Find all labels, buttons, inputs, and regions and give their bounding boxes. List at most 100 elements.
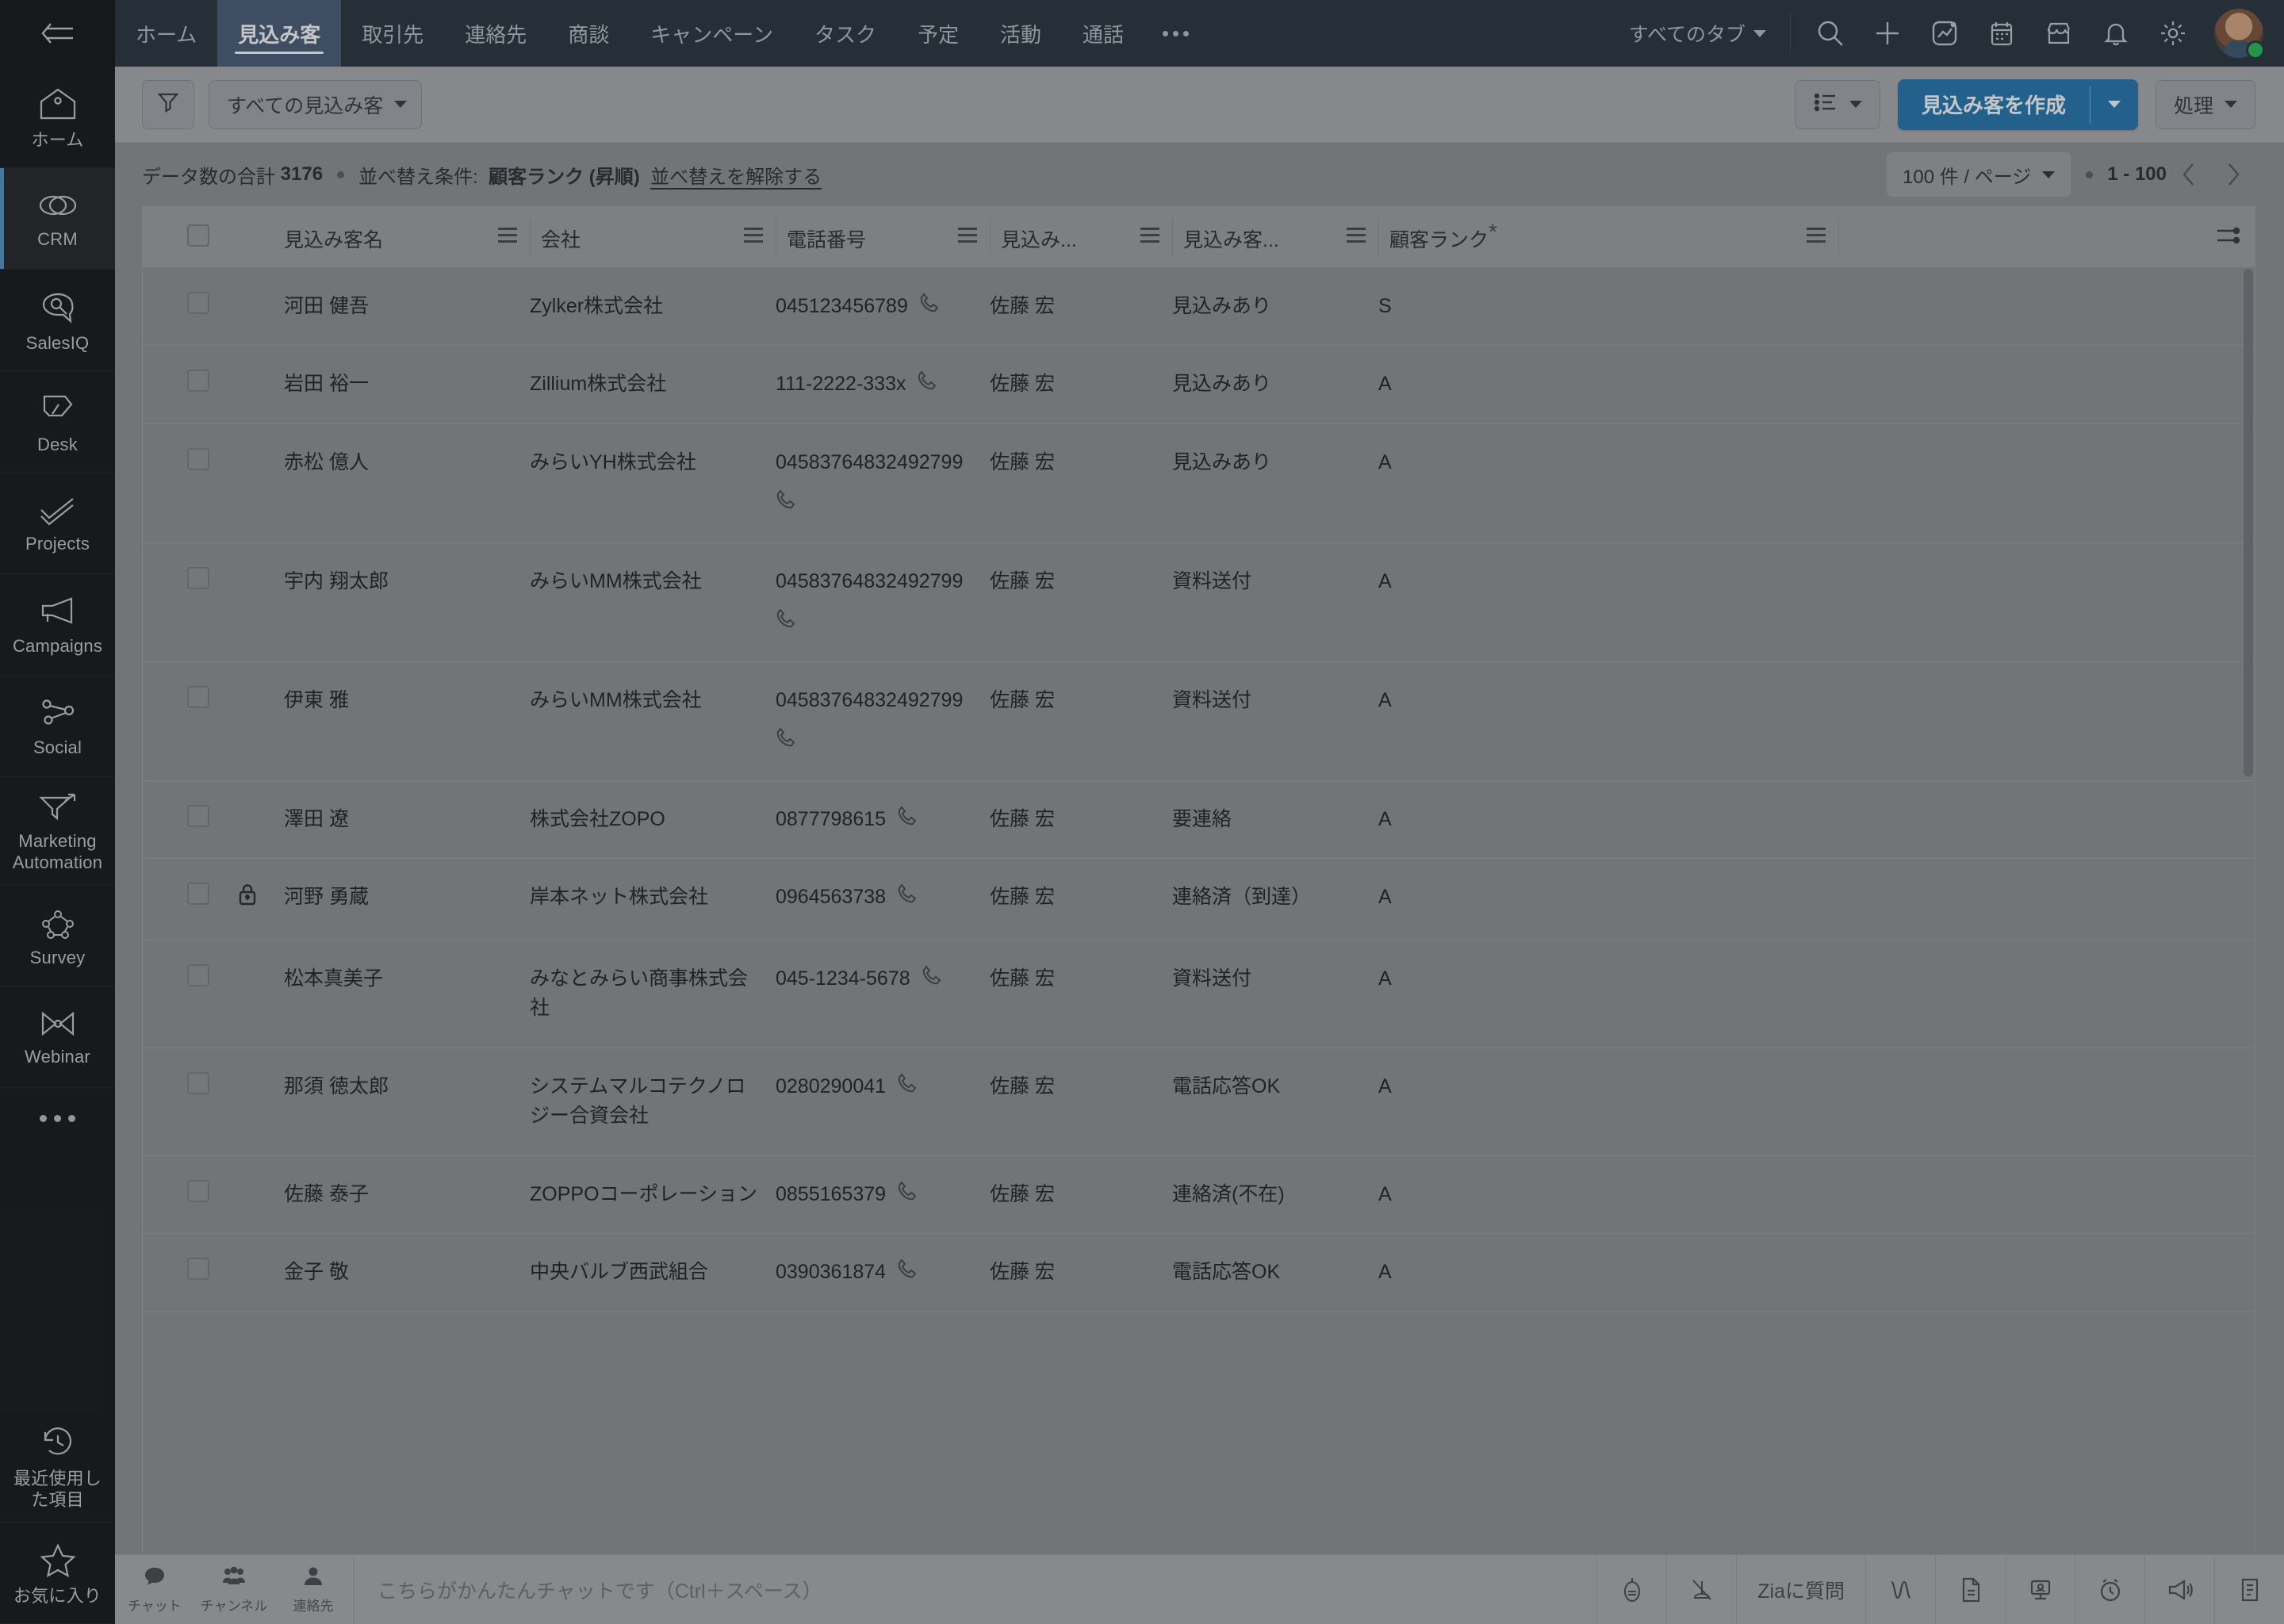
row-checkbox[interactable]	[187, 804, 209, 827]
column-header-company[interactable]: 会社	[530, 207, 776, 268]
chat-tab-chat[interactable]: チャット	[115, 1555, 194, 1624]
column-header-rank[interactable]: 顧客ランク*	[1378, 207, 1838, 268]
sidebar-item-marketing-automation[interactable]: Marketing Automation	[0, 777, 115, 885]
prev-page-button[interactable]	[2167, 152, 2211, 197]
row-checkbox[interactable]	[187, 1071, 209, 1094]
column-header-name[interactable]: 見込み客名	[284, 207, 530, 268]
column-menu-icon[interactable]	[1347, 224, 1366, 243]
table-row[interactable]: 岩田 裕一 Zillium株式会社 111-2222-333x 佐藤 宏 見込み…	[143, 345, 2255, 424]
row-select-cell[interactable]	[143, 542, 236, 662]
sidebar-item-social[interactable]: Social	[0, 676, 115, 777]
row-select-cell[interactable]	[143, 1233, 236, 1312]
row-select-cell[interactable]	[143, 1155, 236, 1234]
sidebar-item-campaigns[interactable]: Campaigns	[0, 574, 115, 676]
table-row[interactable]: 金子 敬 中央バルブ西武組合 0390361874 佐藤 宏 電話応答OK A	[143, 1233, 2255, 1312]
view-mode-button[interactable]	[1794, 79, 1880, 129]
tab-tasks[interactable]: タスク	[794, 0, 897, 67]
tab-deals[interactable]: 商談	[547, 0, 630, 67]
table-scrollbar[interactable]	[2244, 269, 2253, 1548]
create-lead-dropdown-button[interactable]	[2090, 79, 2138, 130]
next-page-button[interactable]	[2211, 152, 2255, 197]
table-row[interactable]: 赤松 億人 みらいYH株式会社 04583764832492799 佐藤 宏 見…	[143, 423, 2255, 543]
table-row[interactable]: 佐藤 泰子 ZOPPOコーポレーション 0855165379 佐藤 宏 連絡済(…	[143, 1155, 2255, 1234]
per-page-selector[interactable]: 100 件 / ページ	[1886, 151, 2072, 197]
reminder-clock-icon[interactable]	[2075, 1555, 2144, 1624]
row-select-cell[interactable]	[143, 423, 236, 543]
row-checkbox[interactable]	[187, 566, 209, 589]
row-select-cell[interactable]	[143, 780, 236, 859]
clear-sort-link[interactable]: 並べ替えを解除する	[650, 161, 822, 189]
table-row[interactable]: 松本真美子 みなとみらい商事株式会社 045-1234-5678 佐藤 宏 資料…	[143, 940, 2255, 1048]
cell-name[interactable]: 那須 徳太郎	[284, 1048, 530, 1156]
table-row[interactable]: 河田 健吾 Zylker株式会社 045123456789 佐藤 宏 見込みあり…	[143, 267, 2255, 346]
row-checkbox[interactable]	[187, 1258, 209, 1280]
gear-icon[interactable]	[2144, 5, 2202, 62]
all-tabs-dropdown[interactable]: すべてのタブ	[1605, 13, 1791, 54]
phone-call-icon[interactable]	[776, 488, 796, 519]
tab-campaigns[interactable]: キャンペーン	[630, 0, 794, 67]
document-icon[interactable]	[1935, 1555, 2005, 1624]
column-header-phone[interactable]: 電話番号	[776, 207, 990, 268]
actions-menu-button[interactable]: 処理	[2155, 79, 2255, 129]
select-all-checkbox[interactable]	[187, 224, 209, 247]
row-select-cell[interactable]	[143, 1048, 236, 1156]
calendar-icon[interactable]	[1973, 5, 2030, 62]
sidebar-item-salesiq[interactable]: SalesIQ	[0, 270, 115, 371]
cell-name[interactable]: 岩田 裕一	[284, 345, 530, 424]
table-row[interactable]: 伊東 雅 みらいMM株式会社 04583764832492799 佐藤 宏 資料…	[143, 661, 2255, 781]
sidebar-item-projects[interactable]: Projects	[0, 473, 115, 574]
column-header-owner[interactable]: 見込み...	[990, 207, 1172, 268]
cell-name[interactable]: 澤田 遼	[284, 780, 530, 859]
cell-name[interactable]: 松本真美子	[284, 940, 530, 1048]
cell-name[interactable]: 伊東 雅	[284, 661, 530, 781]
sidebar-item-home[interactable]: ホーム	[0, 67, 115, 168]
sidebar-item-crm[interactable]: CRM	[0, 168, 115, 270]
table-row[interactable]: 河野 勇蔵 岸本ネット株式会社 0964563738 佐藤 宏 連絡済（到達） …	[143, 858, 2255, 940]
create-lead-button[interactable]: 見込み客を作成	[1898, 79, 2090, 130]
sidebar-item-desk[interactable]: Desk	[0, 371, 115, 473]
phone-call-icon[interactable]	[897, 1072, 918, 1102]
column-menu-icon[interactable]	[1140, 224, 1159, 243]
cell-name[interactable]: 佐藤 泰子	[284, 1155, 530, 1234]
tab-leads[interactable]: 見込み客	[217, 0, 342, 67]
tab-activities[interactable]: 活動	[979, 0, 1062, 67]
presentation-icon[interactable]	[2005, 1555, 2075, 1624]
marketplace-icon[interactable]	[2030, 5, 2087, 62]
zia-ask-button[interactable]: Ziaに質問	[1736, 1555, 1865, 1624]
cell-name[interactable]: 宇内 翔太郎	[284, 542, 530, 662]
tab-contacts[interactable]: 連絡先	[444, 0, 547, 67]
scrollbar-thumb[interactable]	[2244, 269, 2253, 776]
cell-name[interactable]: 河野 勇蔵	[284, 858, 530, 940]
row-checkbox[interactable]	[187, 370, 209, 392]
phone-call-icon[interactable]	[917, 370, 937, 400]
phone-call-icon[interactable]	[919, 292, 940, 322]
table-row[interactable]: 宇内 翔太郎 みらいMM株式会社 04583764832492799 佐藤 宏 …	[143, 542, 2255, 662]
phone-call-icon[interactable]	[897, 883, 918, 913]
tab-home[interactable]: ホーム	[115, 0, 217, 67]
phone-call-icon[interactable]	[897, 805, 918, 835]
column-menu-icon[interactable]	[744, 224, 763, 243]
phone-call-icon[interactable]	[922, 964, 942, 994]
row-checkbox[interactable]	[187, 291, 209, 314]
row-checkbox[interactable]	[187, 963, 209, 986]
row-select-cell[interactable]	[143, 661, 236, 781]
chat-tab-channels[interactable]: チャンネル	[194, 1555, 274, 1624]
sidebar-item-survey[interactable]: Survey	[0, 885, 115, 986]
search-icon[interactable]	[1802, 5, 1859, 62]
filter-button[interactable]	[142, 79, 194, 129]
rail-collapse-button[interactable]	[0, 0, 115, 67]
cell-name[interactable]: 河田 健吾	[284, 267, 530, 346]
sidebar-item-recent[interactable]: 最近使用した項目	[0, 1411, 115, 1522]
column-header-status[interactable]: 見込み客...	[1172, 207, 1378, 268]
record-icon[interactable]	[1596, 1555, 1666, 1624]
column-menu-icon[interactable]	[1807, 224, 1826, 243]
row-checkbox[interactable]	[187, 447, 209, 470]
table-row[interactable]: 那須 徳太郎 システムマルコテクノロジー合資会社 0280290041 佐藤 宏…	[143, 1048, 2255, 1156]
row-select-cell[interactable]	[143, 267, 236, 346]
more-dots-icon[interactable]	[1144, 0, 1207, 67]
tab-accounts[interactable]: 取引先	[341, 0, 444, 67]
phone-call-icon[interactable]	[776, 726, 796, 756]
more-dots-icon[interactable]	[0, 1088, 115, 1149]
chat-input[interactable]: こちらがかんたんチャットです（Ctrl＋スペース）	[354, 1555, 1596, 1624]
analytics-icon[interactable]	[1916, 5, 1973, 62]
